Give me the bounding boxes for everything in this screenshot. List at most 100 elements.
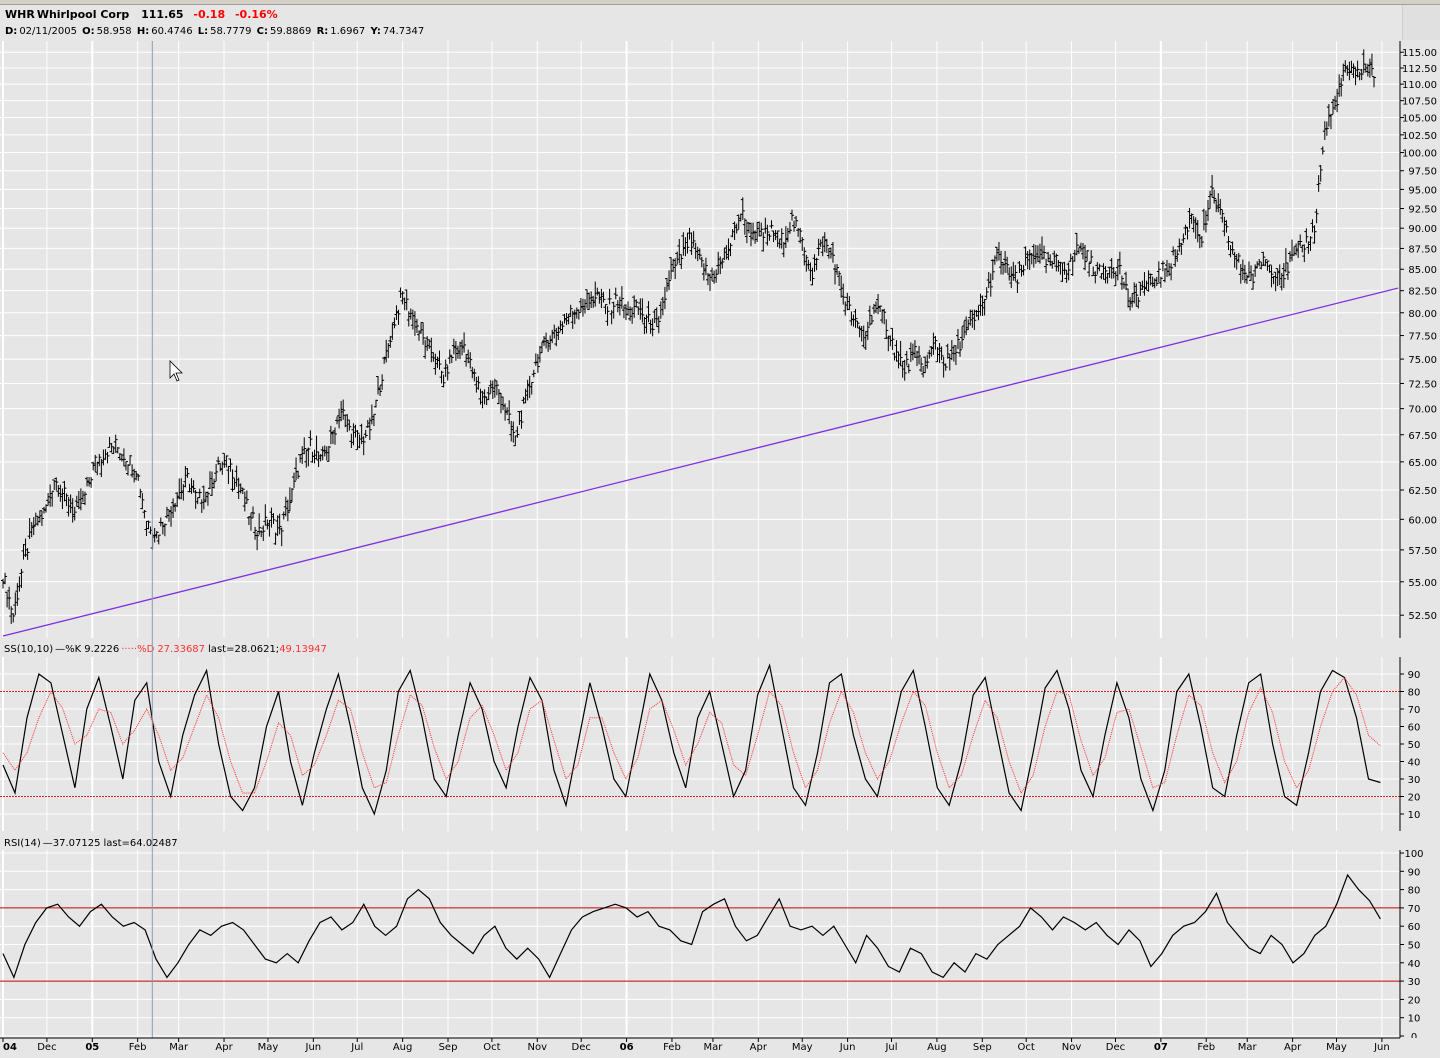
time-axis: 04 Dec 05 Feb Mar Apr May Jun Jul Aug Sep Oct Nov Dec…: [0, 1037, 1440, 1058]
time-tick-label: Dec: [572, 1042, 591, 1053]
stoch-last-label: last=: [208, 644, 234, 655]
price-axis: 52.50 55.00 57.50 60.00 62.50 65.00 67.50 70.00…: [1399, 41, 1437, 638]
price-tick-label: 55.00: [1408, 578, 1437, 589]
rsi-tick-label: 20: [1408, 995, 1421, 1006]
price-tick-label: 75.00: [1408, 355, 1437, 366]
price-tick-label: 112.50: [1402, 64, 1437, 75]
time-tick-label: Jun: [839, 1042, 856, 1053]
rsi-panel: 0102030405060708090100: [0, 849, 1424, 1043]
time-tick-label: Mar: [704, 1042, 724, 1053]
stoch-tick-label: 70: [1408, 705, 1421, 716]
price-tick-label: 107.50: [1402, 97, 1437, 108]
stoch-last-value: 28.0621;: [234, 644, 279, 655]
stoch-title: SS(10,10): [4, 644, 53, 655]
price-tick-label: 100.00: [1402, 149, 1437, 160]
stoch-last-d-value: 49.13947: [279, 644, 327, 655]
stoch-tick-label: 40: [1408, 758, 1421, 769]
price-tick-label: 105.00: [1402, 114, 1437, 125]
time-tick-label: Feb: [1197, 1042, 1215, 1053]
time-tick-label: Jul: [350, 1042, 363, 1053]
time-tick-label: Mar: [169, 1042, 189, 1053]
time-tick-label: Feb: [129, 1042, 147, 1053]
stoch-header: SS(10,10) —%K 9.2226 ·····%D 27.33687 last=28…: [4, 644, 327, 655]
time-tick-label: 05: [85, 1042, 99, 1053]
price-tick-label: 52.50: [1408, 611, 1437, 622]
rsi-header: RSI(14) —37.07125 last=64.02487: [4, 838, 178, 849]
rsi-tick-label: 40: [1408, 959, 1421, 970]
time-tick-label: Oct: [1018, 1042, 1035, 1053]
price-tick-label: 72.50: [1408, 379, 1437, 390]
time-tick-label: Apr: [750, 1042, 768, 1053]
stoch-axis: 10 20 30 40 50 60 70 80 90: [1399, 657, 1421, 831]
price-tick-label: 60.00: [1408, 515, 1437, 526]
time-tick-label: 04: [3, 1042, 17, 1053]
time-tick-label: Dec: [1106, 1042, 1125, 1053]
time-tick-label: Sep: [439, 1042, 458, 1053]
rsi-legend-dash: —: [43, 838, 53, 849]
stoch-tick-label: 20: [1408, 793, 1421, 804]
stochastic-panel: 10 20 30 40 50 60 70 80 90: [0, 657, 1420, 831]
stoch-tick-label: 50: [1408, 740, 1421, 751]
time-tick-label: Dec: [37, 1042, 56, 1053]
price-tick-label: 85.00: [1408, 265, 1437, 276]
price-tick-label: 97.50: [1408, 167, 1437, 178]
d-value: 27.33687: [157, 644, 205, 655]
price-tick-label: 62.50: [1408, 486, 1437, 497]
rsi-value: 37.07125: [53, 838, 101, 849]
rsi-tick-label: 50: [1408, 941, 1421, 952]
time-tick-label: Mar: [1238, 1042, 1258, 1053]
time-tick-label: Sep: [973, 1042, 992, 1053]
time-tick-label: Jul: [884, 1042, 897, 1053]
price-tick-label: 80.00: [1408, 309, 1437, 320]
price-tick-label: 87.50: [1408, 244, 1437, 255]
time-tick-label: Feb: [663, 1042, 681, 1053]
price-tick-label: 67.50: [1408, 431, 1437, 442]
k-legend-dash: —: [55, 644, 65, 655]
stoch-tick-label: 10: [1408, 810, 1421, 821]
rsi-grid: [0, 850, 1400, 1039]
k-value: 9.2226: [84, 644, 119, 655]
price-tick-label: 115.00: [1402, 48, 1437, 59]
time-tick-label: May: [792, 1042, 813, 1053]
d-legend-dots: ·····: [121, 644, 137, 655]
time-tick-label: Aug: [393, 1042, 413, 1053]
price-tick-label: 92.50: [1408, 205, 1437, 216]
rsi-last-label: last=: [104, 838, 130, 849]
stock-chart[interactable]: 52.50 55.00 57.50 60.00 62.50 65.00 67.50 70.00…: [0, 0, 1440, 1058]
price-tick-label: 70.00: [1408, 405, 1437, 416]
time-tick-label: May: [258, 1042, 279, 1053]
price-tick-label: 95.00: [1408, 185, 1437, 196]
rsi-tick-label: 10: [1408, 1014, 1421, 1025]
time-tick-label: Oct: [483, 1042, 500, 1053]
rsi-tick-label: 90: [1408, 867, 1421, 878]
k-label: %K: [65, 644, 82, 655]
stoch-grid: [0, 657, 1400, 831]
stoch-tick-label: 80: [1408, 688, 1421, 699]
time-tick-label: Jun: [305, 1042, 322, 1053]
chart-window: WHR Whirlpool Corp 111.65 -0.18 -0.16% D:…: [0, 0, 1440, 1058]
time-tick-label: Jun: [1373, 1042, 1390, 1053]
time-tick-label: 07: [1154, 1042, 1168, 1053]
price-panel: 52.50 55.00 57.50 60.00 62.50 65.00 67.50 70.00…: [0, 41, 1437, 638]
time-tick-label: Apr: [1284, 1042, 1302, 1053]
rsi-tick-label: 70: [1408, 904, 1421, 915]
time-tick-label: Nov: [1062, 1042, 1082, 1053]
stoch-tick-label: 90: [1408, 670, 1421, 681]
rsi-last-value: 64.02487: [130, 838, 178, 849]
price-tick-label: 57.50: [1408, 546, 1437, 557]
rsi-tick-label: 30: [1408, 977, 1421, 988]
stoch-tick-label: 30: [1408, 775, 1421, 786]
time-tick-label: Apr: [215, 1042, 233, 1053]
price-tick-label: 90.00: [1408, 224, 1437, 235]
rsi-tick-label: 80: [1408, 886, 1421, 897]
stoch-tick-label: 60: [1408, 723, 1421, 734]
price-tick-label: 110.00: [1402, 80, 1437, 91]
price-tick-label: 82.50: [1408, 287, 1437, 298]
time-tick-label: 06: [620, 1042, 634, 1053]
rsi-header-bg: [0, 833, 1440, 851]
price-tick-label: 65.00: [1408, 458, 1437, 469]
rsi-axis: 0102030405060708090100: [1399, 849, 1424, 1043]
time-tick-label: May: [1326, 1042, 1347, 1053]
price-tick-label: 77.50: [1408, 332, 1437, 343]
rsi-tick-label: 100: [1404, 849, 1423, 860]
